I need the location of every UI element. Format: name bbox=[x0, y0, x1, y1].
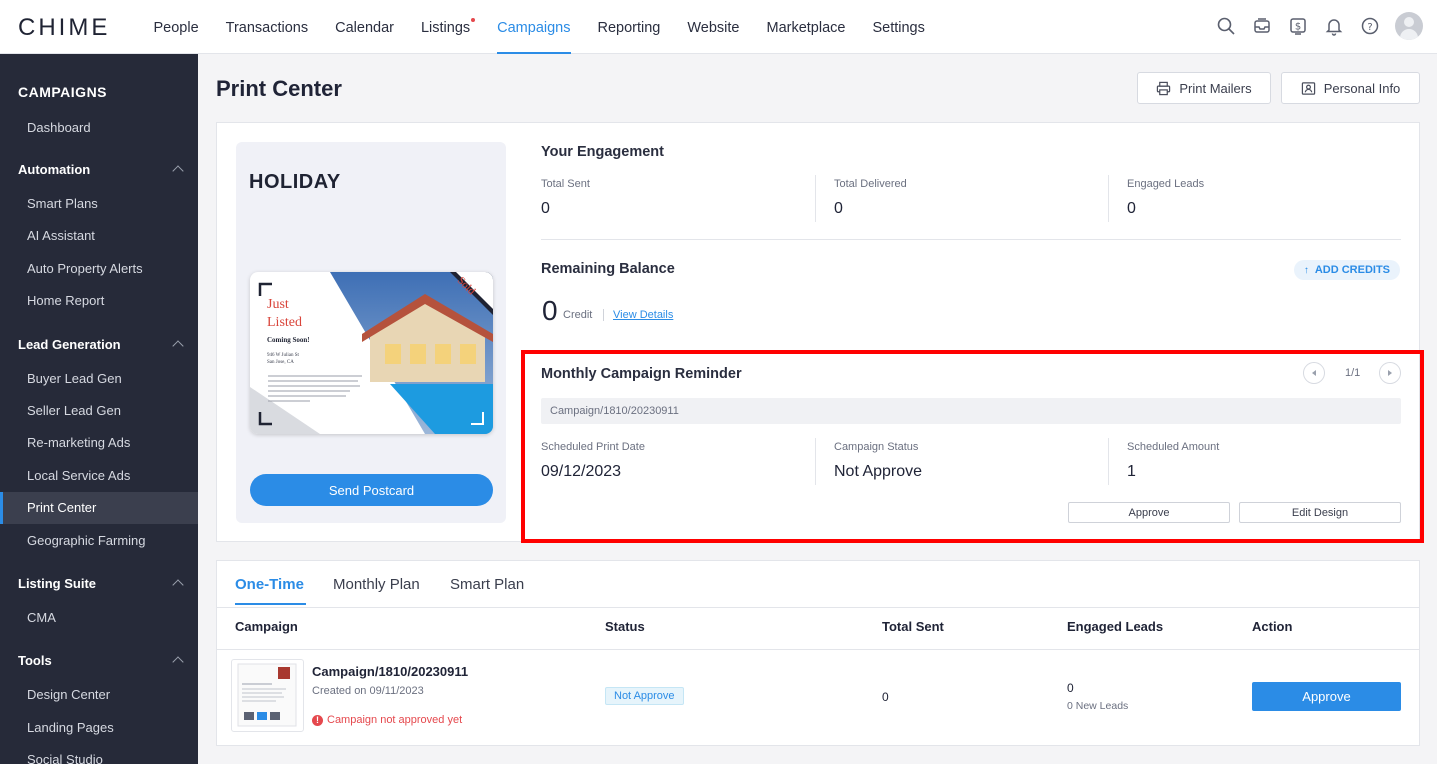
engagement-title: Your Engagement bbox=[541, 144, 664, 160]
divider bbox=[603, 309, 604, 321]
postcard-coming-soon: Coming Soon! bbox=[267, 336, 310, 344]
sidebar-item-buyer-lead-gen[interactable]: Buyer Lead Gen bbox=[0, 363, 198, 395]
nav-campaigns[interactable]: Campaigns bbox=[484, 0, 584, 54]
row-approve-button[interactable]: Approve bbox=[1252, 682, 1401, 711]
contact-card-icon bbox=[1301, 81, 1315, 95]
campaign-created-date: Created on 09/11/2023 bbox=[312, 685, 424, 697]
sidebar-item-smart-plans[interactable]: Smart Plans bbox=[0, 188, 198, 220]
search-icon[interactable] bbox=[1215, 15, 1237, 37]
sidebar-item-dashboard[interactable]: Dashboard bbox=[0, 112, 198, 144]
nav-reporting[interactable]: Reporting bbox=[584, 0, 674, 54]
balance-title: Remaining Balance bbox=[541, 261, 675, 277]
sidebar-item-ai-assistant[interactable]: AI Assistant bbox=[0, 220, 198, 252]
avatar[interactable] bbox=[1395, 12, 1423, 40]
print-mailers-button[interactable]: Print Mailers bbox=[1137, 72, 1271, 104]
arrow-up-icon: ↑ bbox=[1303, 264, 1309, 276]
engaged-leads-value: 0 bbox=[1067, 681, 1074, 695]
highlight-box bbox=[521, 350, 1424, 543]
stat-total-sent: Total Sent 0 bbox=[541, 178, 590, 217]
chevron-up-icon bbox=[172, 165, 184, 177]
column-header-status: Status bbox=[605, 619, 645, 634]
column-header-total-sent: Total Sent bbox=[882, 619, 944, 634]
bell-icon[interactable] bbox=[1323, 15, 1345, 37]
sidebar-title: CAMPAIGNS bbox=[18, 84, 108, 100]
tab-monthly-plan[interactable]: Monthly Plan bbox=[333, 576, 420, 593]
notification-dot bbox=[470, 18, 475, 22]
add-credits-button[interactable]: ↑ ADD CREDITS bbox=[1293, 260, 1400, 280]
thumbnail-art bbox=[237, 663, 297, 727]
nav-people[interactable]: People bbox=[140, 0, 212, 54]
postcard-preview[interactable]: Just Listed Coming Soon! 946 W Julian St… bbox=[250, 272, 493, 434]
postcard-address: 946 W Julian St San Jose, CA bbox=[267, 353, 299, 365]
sidebar-item-social-studio[interactable]: Social Studio bbox=[0, 744, 198, 764]
nav-website[interactable]: Website bbox=[674, 0, 753, 54]
sidebar-item-landing-pages[interactable]: Landing Pages bbox=[0, 712, 198, 744]
svg-text:?: ? bbox=[1367, 22, 1372, 33]
chevron-up-icon bbox=[172, 656, 184, 668]
printer-icon bbox=[1157, 81, 1171, 95]
stat-total-delivered: Total Delivered 0 bbox=[834, 178, 907, 217]
sidebar-item-geographic-farming[interactable]: Geographic Farming bbox=[0, 525, 198, 557]
column-header-campaign: Campaign bbox=[235, 619, 298, 634]
sidebar-item-design-center[interactable]: Design Center bbox=[0, 679, 198, 711]
billing-icon[interactable]: $ bbox=[1287, 15, 1309, 37]
top-navbar: CHIME People Transactions Calendar Listi… bbox=[0, 0, 1437, 54]
sidebar-item-cma[interactable]: CMA bbox=[0, 602, 198, 634]
campaign-name[interactable]: Campaign/1810/20230911 bbox=[312, 664, 468, 679]
sidebar-group-listing-suite[interactable]: Listing Suite bbox=[18, 572, 186, 596]
balance-unit: Credit bbox=[563, 309, 593, 321]
sidebar-item-seller-lead-gen[interactable]: Seller Lead Gen bbox=[0, 395, 198, 427]
help-icon[interactable]: ? bbox=[1359, 15, 1381, 37]
divider bbox=[541, 239, 1401, 240]
chevron-up-icon bbox=[172, 579, 184, 591]
campaigns-table-panel: One-Time Monthly Plan Smart Plan Campaig… bbox=[216, 560, 1420, 746]
personal-info-button[interactable]: Personal Info bbox=[1281, 72, 1420, 104]
nav-listings[interactable]: Listings bbox=[407, 0, 483, 54]
divider bbox=[217, 649, 1419, 650]
sidebar-group-tools[interactable]: Tools bbox=[18, 649, 186, 673]
column-header-action: Action bbox=[1252, 619, 1293, 634]
main-nav: People Transactions Calendar Listings Ca… bbox=[140, 0, 938, 54]
balance-value: 0 bbox=[542, 295, 558, 326]
column-header-engaged-leads: Engaged Leads bbox=[1067, 619, 1164, 634]
divider bbox=[815, 175, 816, 222]
holiday-promo-card: HOLIDAY Just Listed Coming Soon! 946 W J… bbox=[236, 142, 506, 523]
sidebar-group-automation[interactable]: Automation bbox=[18, 158, 186, 182]
alert-icon: ! bbox=[312, 714, 323, 726]
chevron-up-icon bbox=[172, 340, 184, 352]
divider bbox=[1108, 175, 1109, 222]
campaign-thumbnail[interactable] bbox=[231, 659, 304, 732]
divider bbox=[217, 607, 1419, 608]
nav-settings[interactable]: Settings bbox=[859, 0, 938, 54]
sidebar-group-lead-generation[interactable]: Lead Generation bbox=[18, 333, 186, 357]
nav-transactions[interactable]: Transactions bbox=[212, 0, 321, 54]
chime-logo[interactable]: CHIME bbox=[18, 14, 110, 42]
nav-marketplace[interactable]: Marketplace bbox=[753, 0, 859, 54]
new-leads-count: 0 New Leads bbox=[1067, 700, 1129, 712]
sidebar-item-local-service-ads[interactable]: Local Service Ads bbox=[0, 460, 198, 492]
promo-title: HOLIDAY bbox=[249, 171, 341, 193]
active-tab-indicator bbox=[235, 603, 306, 605]
tab-one-time[interactable]: One-Time bbox=[235, 576, 304, 593]
view-details-link[interactable]: View Details bbox=[613, 309, 673, 321]
sidebar-item-home-report[interactable]: Home Report bbox=[0, 285, 198, 317]
total-sent-value: 0 bbox=[882, 690, 889, 704]
status-badge: Not Approve bbox=[605, 687, 684, 705]
tab-smart-plan[interactable]: Smart Plan bbox=[450, 576, 524, 593]
page-title: Print Center bbox=[216, 76, 342, 101]
svg-text:$: $ bbox=[1295, 22, 1301, 33]
sidebar-item-remarketing-ads[interactable]: Re-marketing Ads bbox=[0, 427, 198, 459]
sidebar: CAMPAIGNS Dashboard Automation Smart Pla… bbox=[0, 54, 198, 764]
postcard-headline: Just Listed bbox=[267, 297, 302, 330]
send-postcard-button[interactable]: Send Postcard bbox=[250, 474, 493, 506]
sidebar-item-print-center[interactable]: Print Center bbox=[0, 492, 198, 524]
inbox-icon[interactable] bbox=[1251, 15, 1273, 37]
sidebar-item-auto-property-alerts[interactable]: Auto Property Alerts bbox=[0, 253, 198, 285]
top-icons: $ ? bbox=[1215, 12, 1423, 40]
campaign-warning: ! Campaign not approved yet bbox=[312, 714, 462, 726]
nav-calendar[interactable]: Calendar bbox=[322, 0, 408, 54]
stat-engaged-leads: Engaged Leads 0 bbox=[1127, 178, 1205, 217]
